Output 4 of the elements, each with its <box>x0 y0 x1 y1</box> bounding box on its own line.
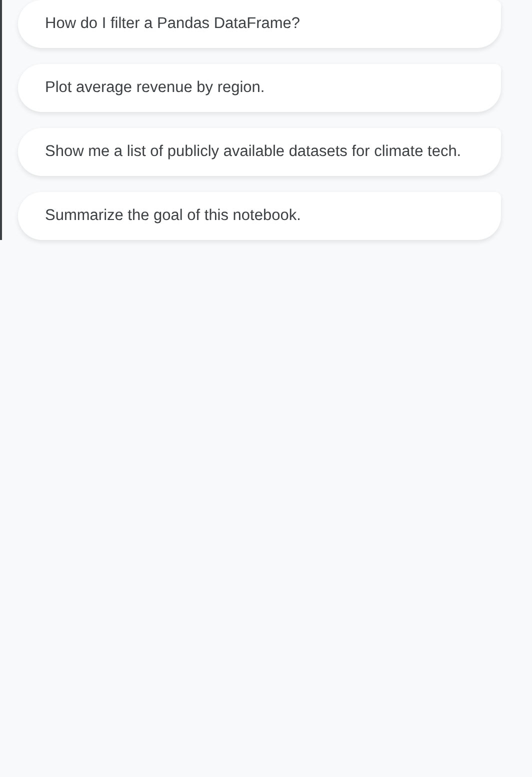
suggestion-chip[interactable]: Show me a list of publicly available datasets for climate tech. <box>18 128 501 176</box>
suggestion-chip[interactable]: Summarize the goal of this notebook. <box>18 192 501 240</box>
suggestion-chip[interactable]: Plot average revenue by region. <box>18 64 501 112</box>
suggestion-chip[interactable]: How do I filter a Pandas DataFrame? <box>18 0 501 48</box>
